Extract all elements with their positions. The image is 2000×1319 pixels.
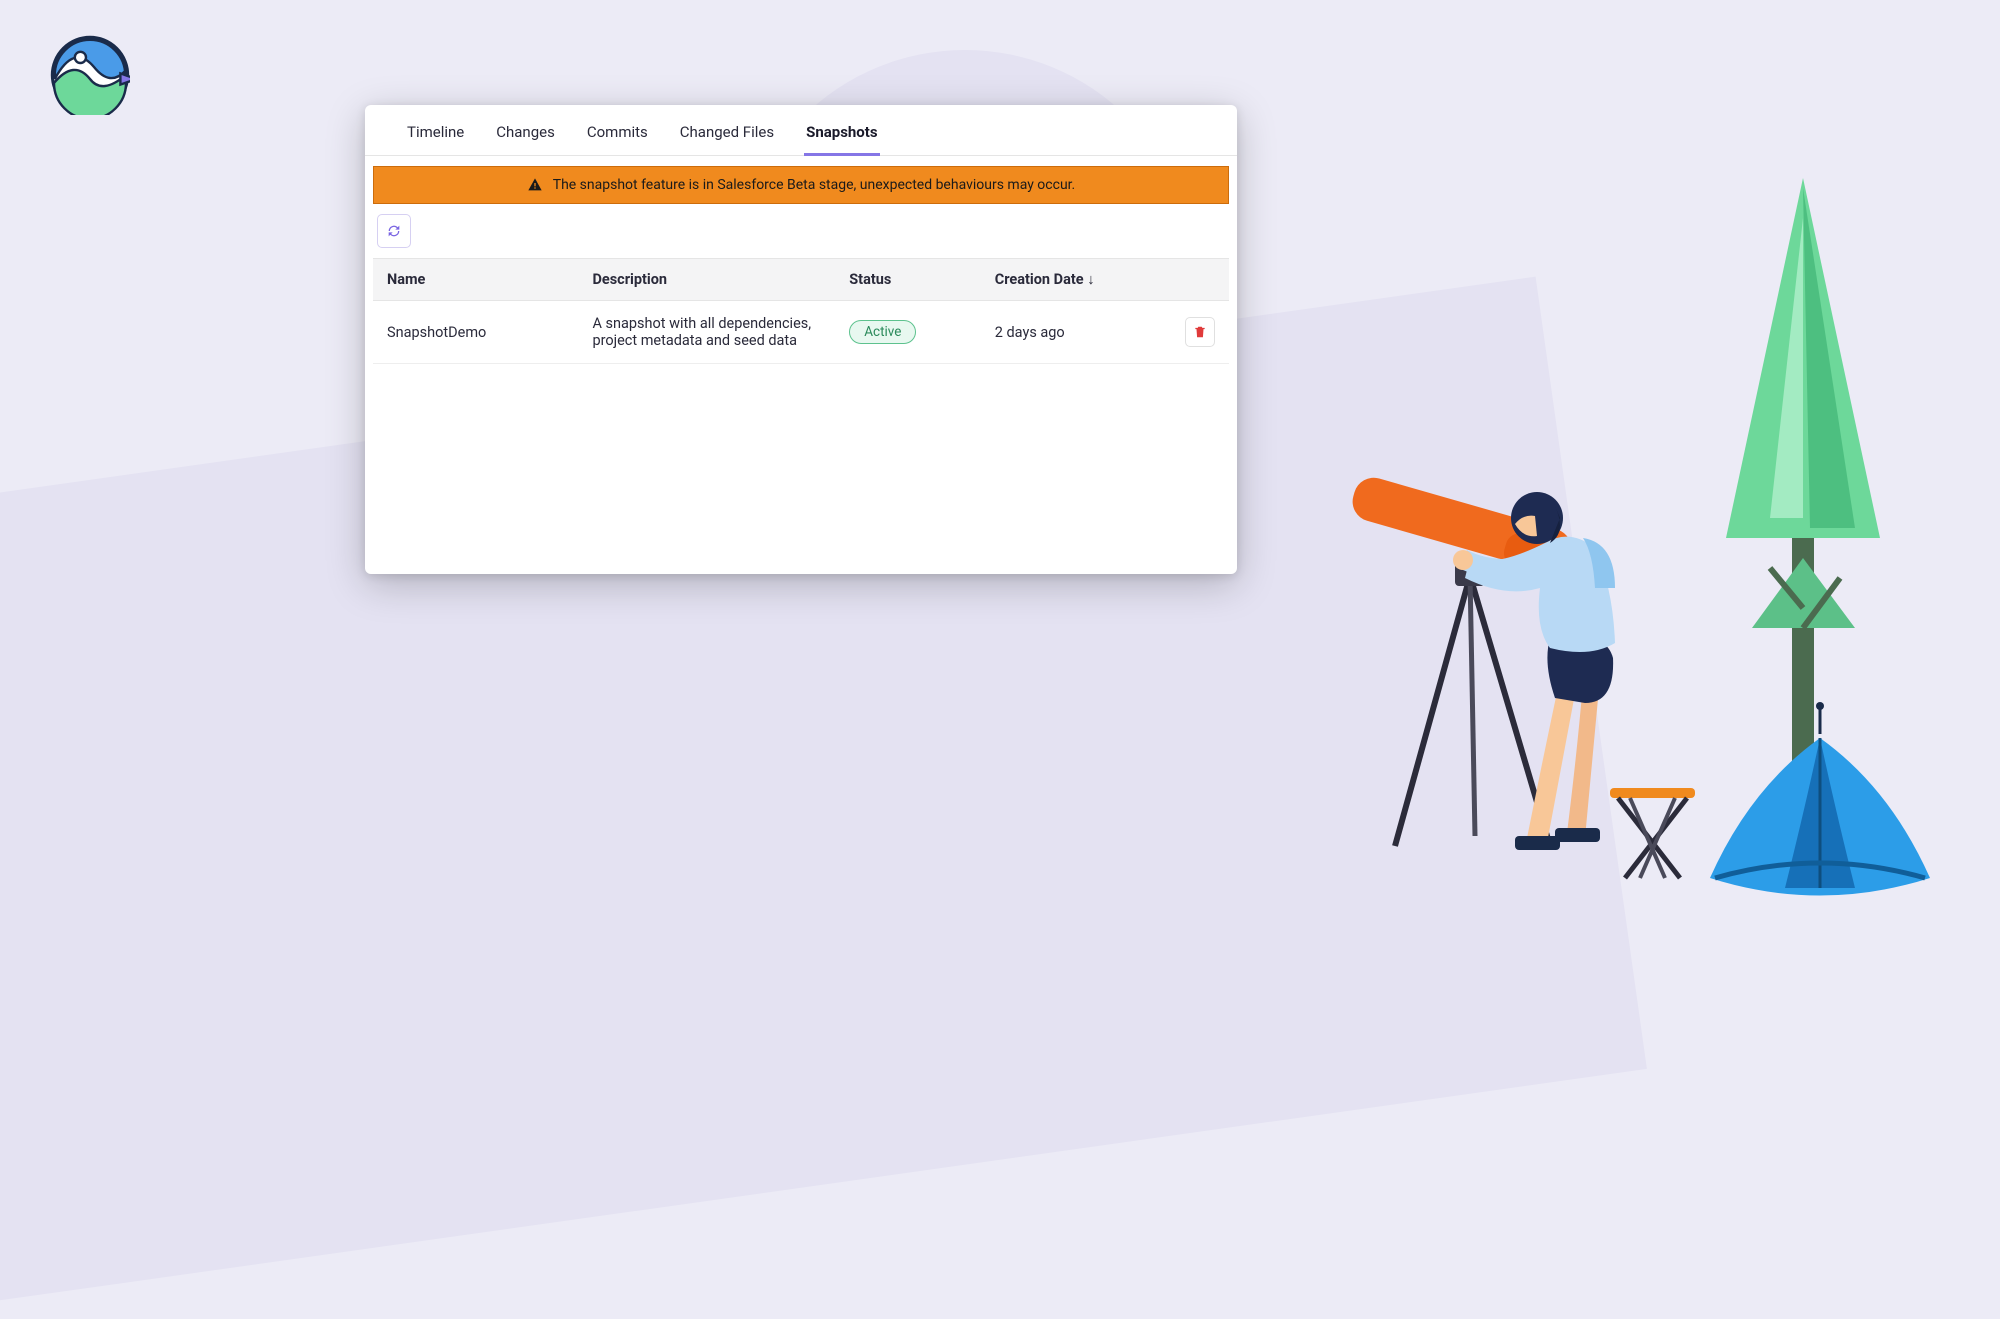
- refresh-icon: [386, 223, 402, 239]
- cell-status: Active: [835, 301, 981, 364]
- sort-descending-icon: ↓: [1087, 271, 1094, 288]
- delete-button[interactable]: [1185, 317, 1215, 347]
- refresh-button[interactable]: [377, 214, 411, 248]
- warning-icon: [527, 177, 543, 193]
- column-header-creation-date[interactable]: Creation Date ↓: [981, 259, 1169, 301]
- toolbar: [365, 204, 1237, 258]
- snapshots-panel: Timeline Changes Commits Changed Files S…: [365, 105, 1237, 574]
- table-header-row: Name Description Status Creation Date ↓: [373, 259, 1229, 301]
- column-header-description[interactable]: Description: [578, 259, 835, 301]
- beta-warning-banner: The snapshot feature is in Salesforce Be…: [373, 166, 1229, 204]
- cell-name: SnapshotDemo: [373, 301, 578, 364]
- status-badge: Active: [849, 320, 916, 344]
- cell-actions: [1169, 301, 1229, 364]
- tab-snapshots[interactable]: Snapshots: [804, 117, 879, 156]
- banner-text: The snapshot feature is in Salesforce Be…: [553, 177, 1076, 193]
- column-header-actions: [1169, 259, 1229, 301]
- column-header-creation-date-label: Creation Date: [995, 271, 1084, 288]
- snapshots-table: Name Description Status Creation Date ↓ …: [373, 258, 1229, 364]
- brand-logo: [50, 35, 130, 115]
- tab-changed-files[interactable]: Changed Files: [678, 117, 776, 156]
- tab-timeline[interactable]: Timeline: [405, 117, 466, 156]
- cell-description: A snapshot with all dependencies, projec…: [578, 301, 835, 364]
- tab-bar: Timeline Changes Commits Changed Files S…: [365, 105, 1237, 156]
- column-header-status[interactable]: Status: [835, 259, 981, 301]
- cell-creation-date: 2 days ago: [981, 301, 1169, 364]
- column-header-name[interactable]: Name: [373, 259, 578, 301]
- tab-changes[interactable]: Changes: [494, 117, 557, 156]
- tab-commits[interactable]: Commits: [585, 117, 650, 156]
- table-row: SnapshotDemo A snapshot with all depende…: [373, 301, 1229, 364]
- trash-icon: [1193, 325, 1207, 339]
